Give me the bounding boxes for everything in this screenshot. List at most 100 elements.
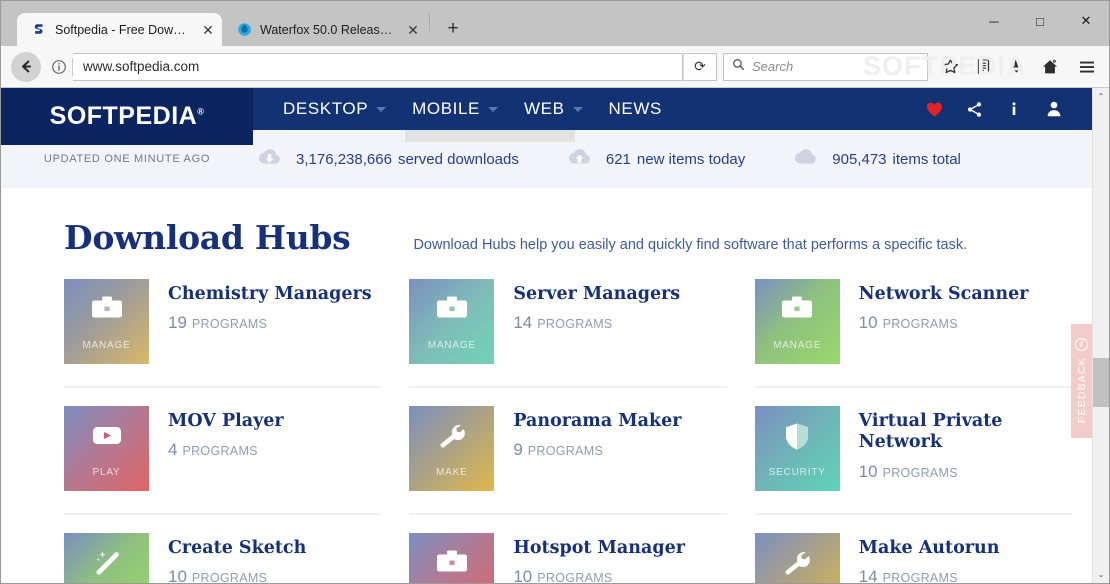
chevron-down-icon [376,106,387,112]
waterfox-logo-icon [236,22,252,38]
library-icon[interactable] [967,52,1000,82]
browser-tab-waterfox[interactable]: Waterfox 50.0 Release (Wi... ✕ [222,13,427,46]
hub-count: 10 PROGRAMS [859,313,1029,333]
cloud-upload-icon [563,146,593,173]
hub-count-unit: PROGRAMS [191,571,268,583]
site-header: SOFTPEDIA® DESKTOP MOBILE WEB NEWS [1,88,1092,145]
stat-items-total: 905,473 items total [789,146,961,173]
heart-icon[interactable] [914,88,954,130]
hub-name: Server Managers [513,284,681,304]
hub-cell: PLAY MOV Player 4 PROGRAMS [64,406,382,515]
hub-count-value: 10 [858,313,878,333]
nav-label: DESKTOP [283,99,369,118]
hub-count: 10 PROGRAMS [859,462,1072,482]
hub-card-network-scanner[interactable]: MANAGE Network Scanner 10 PROGRAMS [754,279,1072,364]
hub-card-mov-player[interactable]: PLAY MOV Player 4 PROGRAMS [64,406,381,491]
hub-name: Hotspot Manager [513,538,685,558]
hub-cell: MANAGE Chemistry Managers 19 PROGRAMS [64,279,382,388]
stat-value: 621 [605,150,631,168]
stat-label: items total [892,150,961,168]
hub-count-unit: PROGRAMS [882,571,958,583]
tab-divider [429,12,430,31]
hub-tile-label: SECURITY [768,467,826,478]
hub-info: Network Scanner 10 PROGRAMS [840,279,1029,333]
browser-tab-softpedia[interactable]: Softpedia - Free Downloa... ✕ [17,13,222,46]
feedback-label: FEEDBACK [1075,357,1088,424]
hub-count: 4 PROGRAMS [168,440,284,460]
hub-card-hotspot-manager[interactable]: MANAGE Hotspot Manager 10 PROGRAMS [409,533,726,583]
hub-card-chemistry-managers[interactable]: MANAGE Chemistry Managers 19 PROGRAMS [64,279,381,364]
hub-info: Server Managers 14 PROGRAMS [494,279,680,333]
hub-name: Make Autorun [858,538,1000,558]
info-icon[interactable] [994,88,1034,130]
stat-served-downloads: 3,176,238,666 served downloads [253,146,519,173]
maximize-button[interactable]: □ [1017,1,1063,41]
briefcase-icon [435,295,469,325]
chevron-down-icon [572,106,583,112]
user-icon[interactable] [1034,88,1074,130]
hub-cell: MAKE Panorama Maker 9 PROGRAMS [409,406,727,515]
close-window-button[interactable]: ✕ [1063,1,1109,41]
downloads-icon[interactable] [1000,52,1033,82]
nav-label: NEWS [608,99,662,118]
nav-item-web[interactable]: WEB [524,88,583,130]
tab-close-button[interactable]: ✕ [198,20,218,40]
page-title: Download Hubs [64,218,351,257]
bookmark-star-icon[interactable] [934,52,967,82]
hub-tile: MAKE [409,406,495,491]
search-bar[interactable]: Search [723,52,928,81]
stat-label: served downloads [397,150,519,168]
hub-card-create-sketch[interactable]: CREATE Create Sketch 10 PROGRAMS [64,533,381,583]
scrollbar-thumb[interactable] [1092,358,1109,407]
nav-item-desktop[interactable]: DESKTOP [283,88,387,130]
hub-tile: SECURITY [754,406,840,491]
play-icon [90,422,124,452]
hub-card-server-managers[interactable]: MANAGE Server Managers 14 PROGRAMS [409,279,726,364]
hub-card-panorama-maker[interactable]: MAKE Panorama Maker 9 PROGRAMS [409,406,726,491]
hub-tile: MAKE [754,533,840,583]
site-logo[interactable]: SOFTPEDIA® [1,88,253,145]
share-icon[interactable] [954,88,994,130]
tab-close-button[interactable]: ✕ [403,20,423,40]
back-button[interactable] [11,51,41,82]
hub-card-make-autorun[interactable]: MAKE Make Autorun 14 PROGRAMS [754,533,1072,583]
page-scrollbar[interactable]: ⌃ ⌄ [1092,88,1109,583]
home-icon[interactable] [1033,52,1066,82]
new-tab-button[interactable]: + [438,15,468,43]
page-viewport: SOFTPEDIA® DESKTOP MOBILE WEB NEWS UPDAT… [1,88,1109,583]
menu-icon[interactable] [1070,52,1103,82]
reload-button[interactable]: ⟳ [683,52,717,81]
hub-info: Make Autorun 14 PROGRAMS [840,533,1000,583]
briefcase-icon [435,549,469,579]
scrollbar-track[interactable] [1092,105,1109,566]
hub-tile: CREATE [64,533,149,583]
url-bar[interactable]: www.softpedia.com [73,52,683,81]
hub-count-unit: PROGRAMS [537,317,613,332]
tab-strip: Softpedia - Free Downloa... ✕ Waterfox 5… [1,1,1109,46]
site-info-icon[interactable] [46,52,72,82]
browser-toolbar: www.softpedia.com ⟳ Search [1,46,1109,88]
hub-count-value: 10 [858,461,878,481]
hub-name: Chemistry Managers [168,284,372,304]
nav-item-news[interactable]: NEWS [609,88,662,130]
hub-card-virtual-private-network[interactable]: SECURITY Virtual Private Network 10 PROG… [754,406,1072,491]
hub-count-unit: PROGRAMS [191,317,268,332]
nav-label: WEB [523,99,565,118]
hub-count: 10 PROGRAMS [168,567,306,583]
hub-count: 9 PROGRAMS [513,440,681,460]
feedback-tab[interactable]: i FEEDBACK [1071,324,1092,438]
hub-tile-label: MANAGE [427,340,476,351]
hub-tile-label: PLAY [92,467,121,478]
updated-timestamp: UPDATED ONE MINUTE AGO [43,153,211,165]
minimize-button[interactable]: ─ [971,1,1017,41]
scroll-down-button[interactable]: ⌄ [1093,566,1110,583]
nav-dropdown-remnant [405,130,575,142]
scroll-up-button[interactable]: ⌃ [1093,88,1110,105]
tab-title: Waterfox 50.0 Release (Wi... [260,22,397,37]
shield-icon [784,422,810,452]
hub-tile-label: MANAGE [773,340,822,351]
stat-label: new items today [636,150,746,168]
hub-name: Panorama Maker [513,411,682,431]
hub-info: Hotspot Manager 10 PROGRAMS [494,533,685,583]
nav-item-mobile[interactable]: MOBILE [412,88,498,130]
